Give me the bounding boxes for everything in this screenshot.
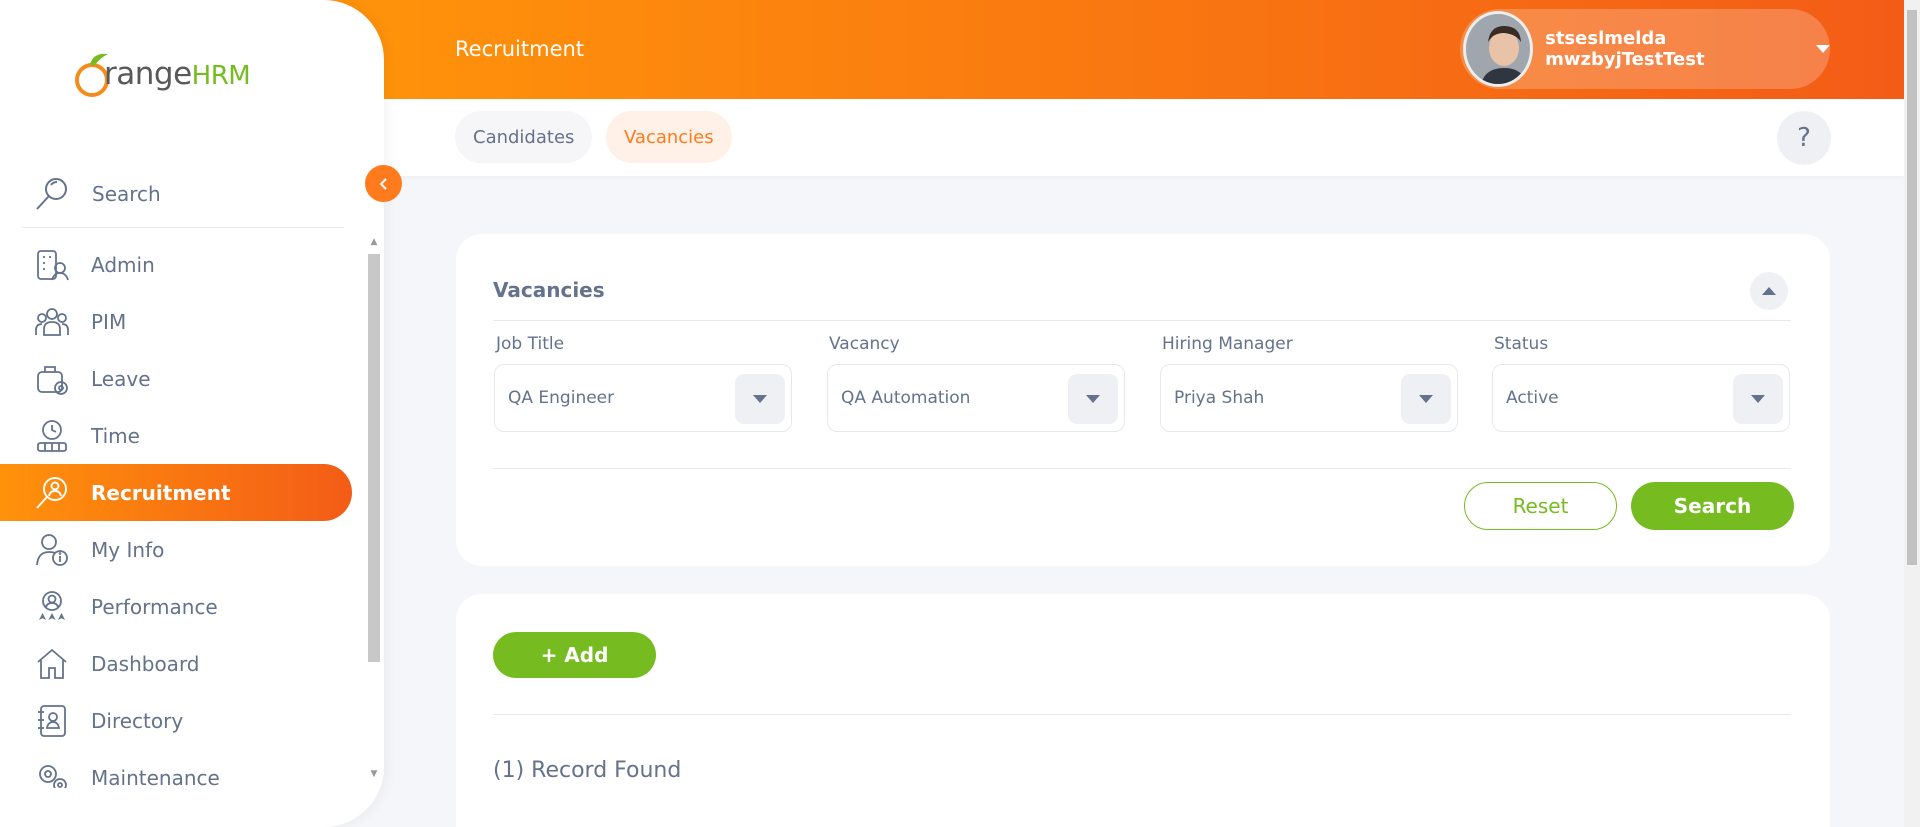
vacancies-filter-card: Vacancies Job Title QA Engineer Vacancy … [456,234,1830,566]
divider [493,320,1791,321]
status-label: Status [1494,334,1549,354]
sidebar-scroll-thumb[interactable] [368,254,380,662]
sidebar-item-admin[interactable]: Admin [0,236,352,293]
sidebar: rangeHRM Search Admin PIM Leave Time Rec… [0,0,384,827]
dropdown-arrow-icon[interactable] [735,374,785,424]
sidebar-item-leave[interactable]: Leave [0,350,352,407]
status-select[interactable]: Active [1492,364,1790,432]
vacancies-results-card: + Add (1) Record Found [456,594,1830,827]
maintenance-icon [32,758,72,788]
tab-vacancies[interactable]: Vacancies [606,111,732,163]
dropdown-arrow-icon[interactable] [1733,374,1783,424]
search-icon [22,175,82,213]
my-info-icon [32,530,72,570]
sidebar-search[interactable]: Search [22,160,344,228]
job-title-value: QA Engineer [508,388,615,408]
sidebar-scrollbar[interactable]: ▲ ▼ [366,236,382,782]
job-title-label: Job Title [496,334,565,354]
sidebar-menu: Admin PIM Leave Time Recruitment My Info… [0,236,352,788]
dropdown-arrow-icon[interactable] [1068,374,1118,424]
hiring-manager-select[interactable]: Priya Shah [1160,364,1458,432]
sidebar-search-label: Search [92,181,161,206]
vacancy-field: Vacancy QA Automation [827,334,1125,432]
sidebar-item-maintenance[interactable]: Maintenance [0,749,352,788]
pim-icon [32,302,72,342]
sidebar-item-time[interactable]: Time [0,407,352,464]
sidebar-item-label: Maintenance [91,765,220,789]
sidebar-item-directory[interactable]: Directory [0,692,352,749]
sidebar-item-label: Leave [91,366,151,391]
sidebar-item-label: My Info [91,537,165,562]
divider [493,468,1791,469]
sidebar-item-label: Recruitment [91,480,231,505]
sidebar-item-label: Admin [91,252,155,277]
job-title-field: Job Title QA Engineer [494,334,792,432]
scroll-up-arrow-icon[interactable]: ▲ [368,236,380,248]
sidebar-item-pim[interactable]: PIM [0,293,352,350]
sidebar-item-label: Performance [91,594,218,619]
orangehrm-logo: rangeHRM [70,44,260,104]
brand-name: range [104,56,192,92]
user-name: stseslmelda mwzbyjTestTest [1545,28,1705,70]
page-title: Recruitment [455,37,585,61]
sidebar-item-recruitment[interactable]: Recruitment [0,464,352,521]
sidebar-collapse-button[interactable] [365,165,402,202]
collapse-filter-button[interactable] [1750,272,1788,310]
directory-icon [32,701,72,741]
leave-icon [32,359,72,399]
sidebar-item-dashboard[interactable]: Dashboard [0,635,352,692]
sidebar-item-label: Directory [91,708,184,733]
sidebar-item-performance[interactable]: Performance [0,578,352,635]
divider [493,714,1791,715]
tab-candidates[interactable]: Candidates [455,111,593,163]
recruitment-icon [32,473,72,513]
hiring-manager-label: Hiring Manager [1162,334,1293,354]
sidebar-item-label: Dashboard [91,651,200,676]
hiring-manager-value: Priya Shah [1174,388,1265,408]
filter-title: Vacancies [493,278,605,302]
page-scroll-thumb[interactable] [1907,10,1917,565]
vacancy-select[interactable]: QA Automation [827,364,1125,432]
user-avatar [1463,11,1534,87]
sidebar-item-label: PIM [91,309,127,334]
dropdown-arrow-icon[interactable] [1401,374,1451,424]
job-title-select[interactable]: QA Engineer [494,364,792,432]
search-button[interactable]: Search [1631,482,1794,530]
help-button[interactable]: ? [1777,111,1831,165]
hiring-manager-field: Hiring Manager Priya Shah [1160,334,1458,432]
record-count: (1) Record Found [493,758,682,783]
top-nav-tabs: Candidates Vacancies ? [384,99,1904,176]
brand-suffix: HRM [191,61,251,91]
sidebar-item-label: Time [91,423,140,448]
status-field: Status Active [1492,334,1790,432]
vacancy-label: Vacancy [829,334,900,354]
scroll-down-arrow-icon[interactable]: ▼ [368,768,380,780]
reset-button[interactable]: Reset [1464,482,1617,530]
caret-down-icon [1816,45,1830,53]
dashboard-icon [32,644,72,684]
vacancy-value: QA Automation [841,388,971,408]
time-icon [32,416,72,456]
page-scrollbar[interactable] [1904,0,1920,827]
performance-icon [32,587,72,627]
status-value: Active [1506,388,1559,408]
admin-icon [32,245,72,285]
user-dropdown[interactable]: stseslmelda mwzbyjTestTest [1460,9,1830,89]
caret-up-icon [1762,287,1776,295]
sidebar-item-my-info[interactable]: My Info [0,521,352,578]
chevron-left-icon [379,177,387,190]
add-vacancy-button[interactable]: + Add [493,632,656,678]
